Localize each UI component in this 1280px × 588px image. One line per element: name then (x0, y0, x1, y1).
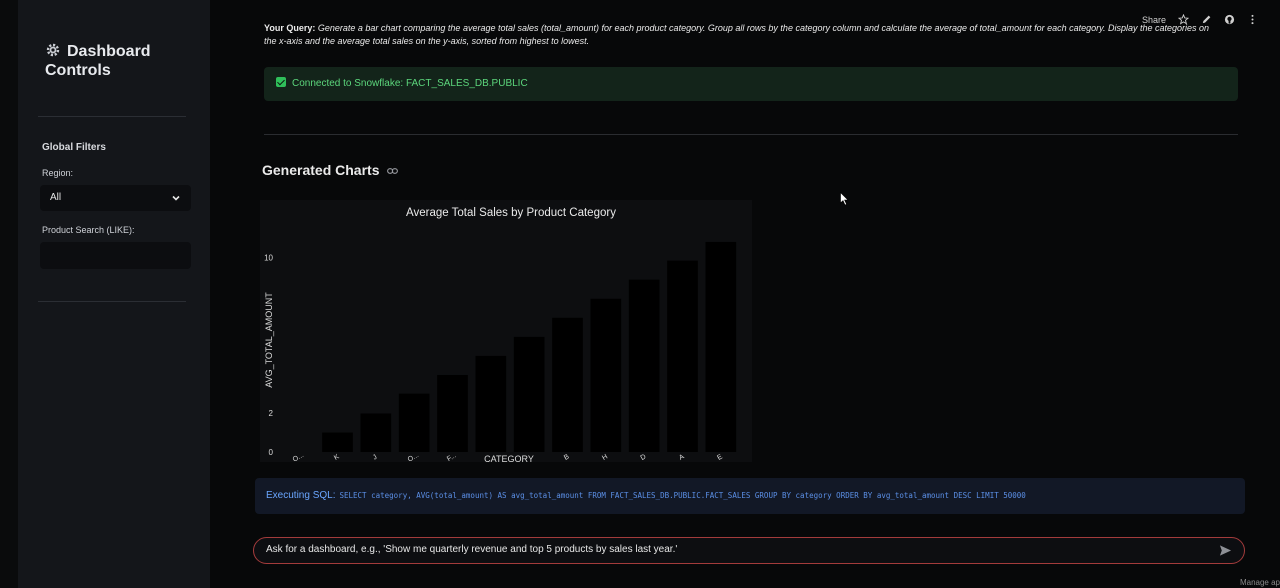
x-tick-label: K (333, 453, 341, 462)
chevron-down-icon (172, 195, 180, 201)
bar-K[interactable] (322, 432, 353, 452)
bar-J[interactable] (360, 413, 392, 452)
product-search-input[interactable] (40, 242, 191, 269)
bar-H[interactable] (552, 317, 583, 452)
sidebar-divider (38, 116, 186, 117)
sidebar: Dashboard Controls Global Filters Region… (18, 0, 210, 588)
executing-sql-banner: Executing SQL: SELECT category, AVG(total… (255, 478, 1245, 514)
bar-B[interactable] (513, 336, 545, 452)
y-tick-label: 10 (264, 254, 273, 263)
x-tick-label: O... (292, 452, 305, 462)
x-tick-label: F... (446, 452, 458, 462)
x-tick-label: A (678, 453, 686, 462)
sidebar-title: Dashboard Controls (45, 42, 151, 80)
x-tick-label: O... (407, 452, 420, 462)
x-tick-label: D (639, 453, 647, 462)
global-filters-heading: Global Filters (42, 142, 106, 153)
chart-ylabel: AVG_TOTAL_AMOUNT (264, 292, 274, 388)
connection-message: Connected to Snowflake: FACT_SALES_DB.PU… (292, 78, 528, 89)
y-tick-label: 0 (269, 448, 274, 457)
manage-app-link[interactable]: Manage ap (1240, 578, 1280, 587)
bar-I[interactable] (475, 355, 507, 452)
generated-charts-title: Generated Charts (262, 162, 380, 178)
bar-E[interactable] (667, 260, 698, 452)
more-options-icon[interactable] (1247, 14, 1258, 25)
bar-D[interactable] (590, 298, 622, 452)
x-tick-label: H (601, 453, 609, 462)
window-edge (0, 0, 18, 588)
bar-chart-svg: Average Total Sales by Product Category … (264, 207, 737, 464)
x-tick-label: E (716, 453, 724, 462)
region-label: Region: (42, 168, 74, 178)
connection-status: Connected to Snowflake: FACT_SALES_DB.PU… (264, 67, 1238, 101)
bar-A[interactable] (628, 279, 660, 452)
bar-C[interactable] (398, 393, 430, 452)
chat-input-text: Ask for a dashboard, e.g., 'Show me quar… (266, 544, 678, 555)
x-tick-label: B (563, 453, 571, 462)
chart-xlabel: CATEGORY (484, 454, 534, 462)
sidebar-title-line1: Dashboard (67, 43, 151, 60)
sidebar-divider (38, 301, 186, 302)
user-query: Your Query: Generate a bar chart compari… (264, 22, 1224, 48)
bar-G[interactable] (705, 241, 737, 452)
main-divider (264, 134, 1238, 135)
sql-label: Executing SQL: (266, 490, 336, 501)
product-search-label: Product Search (LIKE): (42, 225, 135, 235)
region-select[interactable]: All (40, 185, 191, 211)
link-icon[interactable] (387, 167, 399, 175)
bar-chart: Average Total Sales by Product Category … (260, 200, 752, 464)
sql-code: SELECT category, AVG(total_amount) AS av… (339, 491, 1026, 500)
chat-input[interactable]: Ask for a dashboard, e.g., 'Show me quar… (253, 537, 1245, 564)
y-tick-label: 2 (269, 409, 274, 418)
gear-icon (46, 43, 60, 57)
send-icon[interactable] (1219, 544, 1232, 557)
region-select-value: All (50, 192, 62, 203)
x-tick-label: J (372, 454, 379, 462)
checkbox-check-icon (276, 77, 286, 87)
generated-charts-heading: Generated Charts (262, 162, 399, 178)
query-text: Generate a bar chart comparing the avera… (264, 23, 1210, 46)
chart-title: Average Total Sales by Product Category (406, 207, 616, 219)
sidebar-title-line2: Controls (45, 62, 111, 79)
query-label: Your Query: (264, 23, 316, 33)
github-icon[interactable] (1224, 14, 1235, 25)
bar-F..[interactable] (437, 374, 468, 452)
mouse-cursor-icon (840, 192, 849, 206)
